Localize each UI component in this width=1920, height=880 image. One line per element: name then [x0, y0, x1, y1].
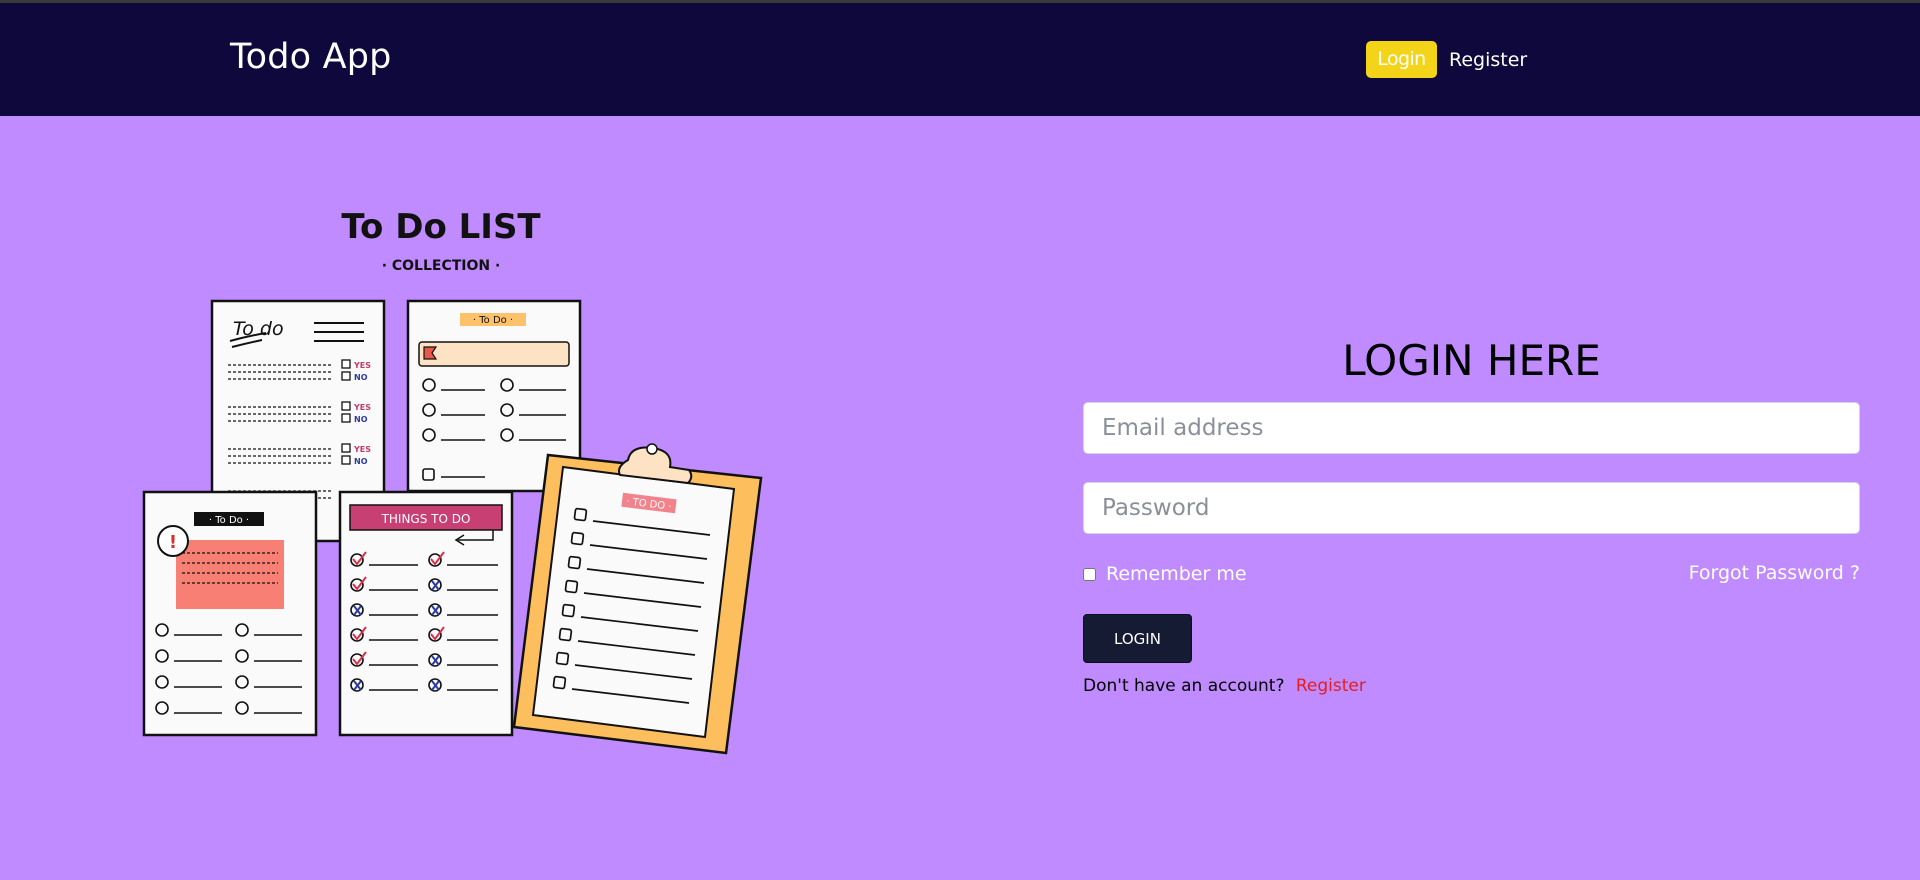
- no-account-text: Don't have an account?: [1083, 676, 1285, 696]
- password-input[interactable]: [1083, 482, 1860, 534]
- svg-text:YES: YES: [353, 403, 371, 412]
- todo-list-illustration: To Do LIST · COLLECTION · To do YES NO Y…: [142, 207, 763, 755]
- note-todo-alert: · To Do · !: [142, 490, 318, 737]
- svg-text:YES: YES: [353, 445, 371, 454]
- remember-me-checkbox[interactable]: [1083, 567, 1096, 581]
- nav-login-button[interactable]: Login: [1366, 41, 1437, 78]
- note-things-to-do: THINGS TO DO: [338, 490, 514, 737]
- svg-text:· To Do ·: · To Do ·: [473, 315, 513, 326]
- login-title: LOGIN HERE: [1342, 336, 1601, 385]
- svg-text:NO: NO: [354, 373, 368, 382]
- navbar: Todo App Login Register: [0, 3, 1920, 116]
- svg-text:!: !: [169, 532, 177, 553]
- forgot-password-link[interactable]: Forgot Password ?: [1689, 562, 1860, 584]
- svg-text:THINGS TO DO: THINGS TO DO: [381, 512, 471, 526]
- illustration-subtitle: · COLLECTION ·: [382, 258, 501, 274]
- note1-title: To do: [233, 318, 284, 340]
- nav-register-link[interactable]: Register: [1449, 49, 1527, 71]
- svg-text:YES: YES: [353, 361, 371, 370]
- remember-me[interactable]: Remember me: [1083, 563, 1247, 585]
- svg-text:· To Do ·: · To Do ·: [209, 515, 249, 526]
- svg-text:NO: NO: [354, 457, 368, 466]
- login-submit-button[interactable]: LOGIN: [1083, 614, 1192, 663]
- svg-text:NO: NO: [354, 415, 368, 424]
- register-link[interactable]: Register: [1296, 676, 1366, 696]
- brand-title[interactable]: Todo App: [230, 37, 392, 77]
- remember-me-label: Remember me: [1106, 563, 1247, 585]
- illustration-title: To Do LIST: [341, 207, 541, 247]
- clipboard: · TO DO ·: [512, 443, 763, 755]
- email-input[interactable]: [1083, 402, 1860, 454]
- signup-prompt: Don't have an account? Register: [1083, 676, 1366, 696]
